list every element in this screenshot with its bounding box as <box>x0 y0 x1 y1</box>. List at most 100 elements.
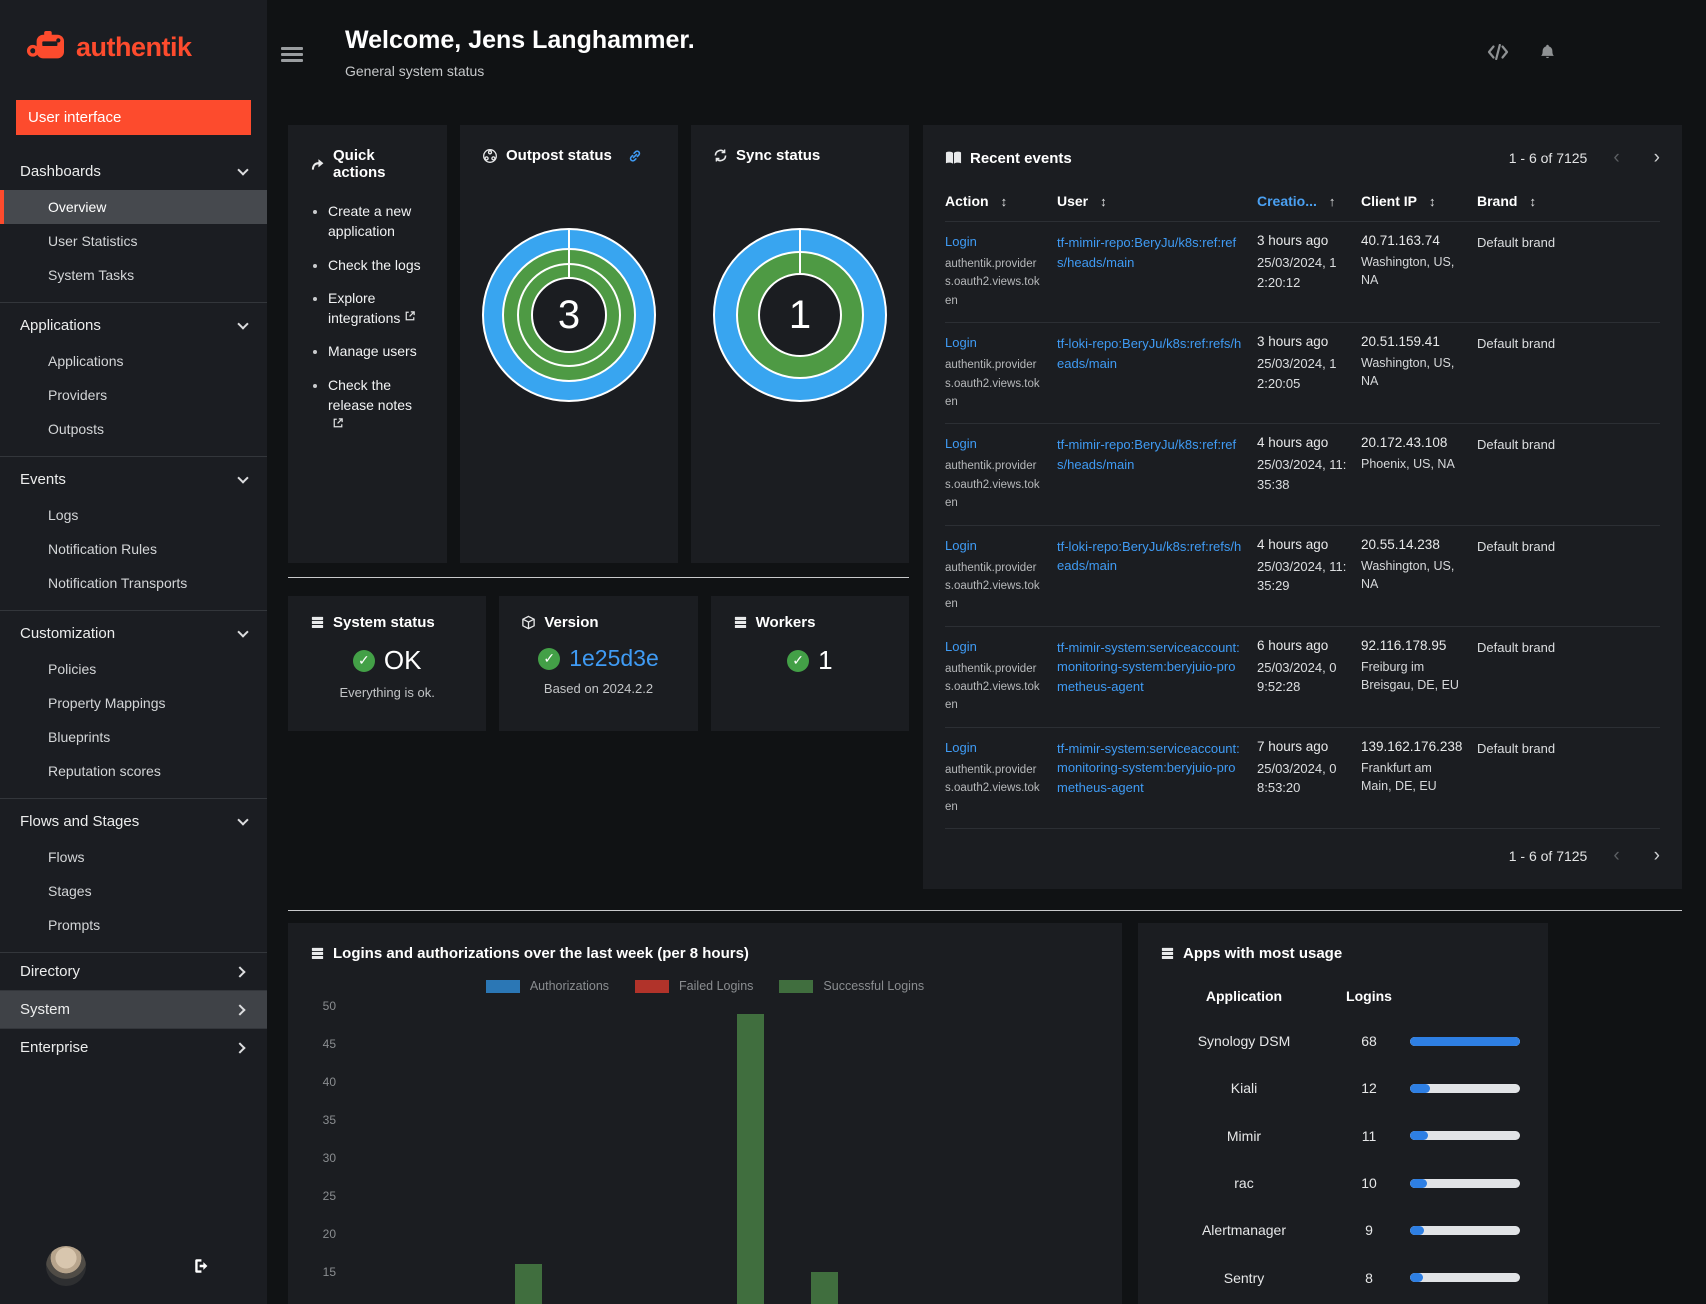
sidebar-section-header-dashboards[interactable]: Dashboards <box>0 153 267 190</box>
outpost-status-card: Outpost status 3 <box>460 125 678 563</box>
event-action-link[interactable]: Login <box>945 335 977 350</box>
event-location: Frankfurt am Main, DE, EU <box>1361 760 1437 793</box>
user-avatar[interactable] <box>46 1246 86 1286</box>
event-location: Washington, US, NA <box>1361 255 1455 288</box>
system-status-title: System status <box>333 614 435 631</box>
sidebar-section-header-applications[interactable]: Applications <box>0 307 267 344</box>
column-header-creatio[interactable]: Creatio... ↑ <box>1257 193 1361 209</box>
notification-bell-icon[interactable] <box>1539 43 1556 61</box>
event-ip: 139.162.176.238 <box>1361 738 1463 754</box>
event-user-link[interactable]: tf-loki-repo:BeryJu/k8s:ref:refs/heads/m… <box>1057 334 1243 373</box>
chevron-down-icon <box>237 318 249 330</box>
sidebar-item-stages[interactable]: Stages <box>0 874 267 908</box>
system-status-value: OK <box>383 645 422 675</box>
event-user-link[interactable]: tf-mimir-system:serviceaccount:monitorin… <box>1057 638 1243 697</box>
legend-label: Failed Logins <box>679 979 754 994</box>
quick-action-link-create-a-new-application[interactable]: Create a new application <box>328 203 411 239</box>
sidebar-item-property-mappings[interactable]: Property Mappings <box>0 686 267 720</box>
event-client-ip-cell: 20.51.159.41 Washington, US, NA <box>1361 334 1477 411</box>
sidebar-section-label: Events <box>20 471 66 488</box>
quick-action-link-check-the-logs[interactable]: Check the logs <box>328 257 421 273</box>
app-usage-bar <box>1410 1036 1520 1046</box>
sidebar-item-prompts[interactable]: Prompts <box>0 908 267 942</box>
event-user-cell: tf-mimir-repo:BeryJu/k8s:ref:refs/heads/… <box>1057 233 1257 310</box>
app-logins-count: 68 <box>1361 1033 1377 1050</box>
hamburger-menu-icon[interactable] <box>281 44 303 65</box>
event-row: Login authentik.providers.oauth2.views.to… <box>945 728 1660 830</box>
sidebar-item-providers[interactable]: Providers <box>0 378 267 412</box>
sidebar-item-applications[interactable]: Applications <box>0 344 267 378</box>
sidebar-item-notification-rules[interactable]: Notification Rules <box>0 532 267 566</box>
event-user-link[interactable]: tf-mimir-repo:BeryJu/k8s:ref:refs/heads/… <box>1057 435 1243 474</box>
sidebar-item-blueprints[interactable]: Blueprints <box>0 720 267 754</box>
event-user-link[interactable]: tf-mimir-system:serviceaccount:monitorin… <box>1057 739 1243 798</box>
quick-action-link-check-the-release-notes[interactable]: Check the release notes <box>328 377 412 413</box>
event-action-link[interactable]: Login <box>945 639 977 654</box>
sidebar-section-header-directory[interactable]: Directory <box>0 953 267 990</box>
sidebar-section-directory: Directory <box>0 952 267 990</box>
app-usage-bar <box>1410 1131 1520 1141</box>
sign-out-icon[interactable] <box>193 1257 211 1275</box>
event-creation-cell: 3 hours ago 25/03/2024, 12:20:05 <box>1257 334 1361 411</box>
legend-label: Successful Logins <box>823 979 925 994</box>
event-user-link[interactable]: tf-loki-repo:BeryJu/k8s:ref:refs/heads/m… <box>1057 537 1243 576</box>
event-ip: 40.71.163.74 <box>1361 233 1440 248</box>
event-action-link[interactable]: Login <box>945 538 977 553</box>
code-brackets-icon[interactable] <box>1487 44 1509 60</box>
pagination-prev-icon[interactable]: ‹ <box>1613 147 1619 169</box>
sidebar-section-header-system[interactable]: System <box>0 991 267 1028</box>
apps-usage-table: Application Logins Synology DSM 68 Kiali 12 Mi… <box>1160 988 1526 1304</box>
sidebar-item-system-tasks[interactable]: System Tasks <box>0 258 267 292</box>
sidebar-item-logs[interactable]: Logs <box>0 498 267 532</box>
event-timestamp: 25/03/2024, 11:35:29 <box>1257 558 1347 594</box>
quick-action-link-explore-integrations[interactable]: Explore integrations <box>328 290 400 326</box>
event-creation-cell: 4 hours ago 25/03/2024, 11:35:38 <box>1257 435 1361 512</box>
sidebar-item-notification-transports[interactable]: Notification Transports <box>0 566 267 600</box>
chevron-down-icon <box>237 472 249 484</box>
event-relative-time: 7 hours ago <box>1257 738 1329 754</box>
progress-fill <box>1410 1225 1425 1235</box>
progress-fill <box>1410 1178 1427 1188</box>
sidebar-section-items: Policies Property Mappings Blueprints Reput… <box>0 652 267 794</box>
pagination-prev-icon[interactable]: ‹ <box>1613 845 1619 867</box>
sidebar-item-outposts[interactable]: Outposts <box>0 412 267 446</box>
sidebar-item-reputation-scores[interactable]: Reputation scores <box>0 754 267 788</box>
event-action-context: authentik.providers.oauth2.views.token <box>945 359 1040 408</box>
event-action-link[interactable]: Login <box>945 234 977 249</box>
y-axis-tick-label: 35 <box>322 1113 336 1128</box>
sidebar-section-header-events[interactable]: Events <box>0 461 267 498</box>
sidebar-item-overview[interactable]: Overview <box>0 190 267 224</box>
quick-action-link-manage-users[interactable]: Manage users <box>328 343 417 359</box>
chain-link-icon[interactable] <box>628 149 642 163</box>
app-logins-count: 8 <box>1365 1269 1373 1286</box>
server-stack-icon <box>1160 946 1175 961</box>
pagination-next-icon[interactable]: › <box>1654 845 1660 867</box>
version-value-link[interactable]: 1e25d3e <box>569 645 659 672</box>
sort-both-icon: ↕ <box>1100 193 1107 209</box>
event-row: Login authentik.providers.oauth2.views.to… <box>945 222 1660 324</box>
sidebar-item-flows[interactable]: Flows <box>0 840 267 874</box>
user-interface-button[interactable]: User interface <box>16 100 251 135</box>
sidebar-item-policies[interactable]: Policies <box>0 652 267 686</box>
pagination-next-icon[interactable]: › <box>1654 147 1660 169</box>
column-header-client-ip[interactable]: Client IP ↕ <box>1361 193 1477 209</box>
column-header-brand[interactable]: Brand ↕ <box>1477 193 1587 209</box>
sidebar-section-header-enterprise[interactable]: Enterprise <box>0 1029 267 1066</box>
apps-column-header-logins: Logins <box>1346 988 1392 1005</box>
event-action-link[interactable]: Login <box>945 436 977 451</box>
column-header-user[interactable]: User ↕ <box>1057 193 1257 209</box>
event-row: Login authentik.providers.oauth2.views.to… <box>945 526 1660 627</box>
sidebar-item-user-statistics[interactable]: User Statistics <box>0 224 267 258</box>
event-user-link[interactable]: tf-mimir-repo:BeryJu/k8s:ref:refs/heads/… <box>1057 233 1243 272</box>
app-usage-bar <box>1410 1083 1520 1093</box>
event-relative-time: 4 hours ago <box>1257 536 1329 552</box>
sidebar-section-header-flows-and-stages[interactable]: Flows and Stages <box>0 803 267 840</box>
chevron-right-icon <box>234 1003 246 1016</box>
bar-successful-logins <box>811 1272 838 1304</box>
events-table-header: Action ↕ User ↕ Creatio... ↑ Client IP ↕ Brand ↕ <box>945 193 1660 222</box>
event-action-link[interactable]: Login <box>945 740 977 755</box>
outpost-nodes-icon <box>482 148 498 164</box>
sidebar-section-header-customization[interactable]: Customization <box>0 615 267 652</box>
column-header-action[interactable]: Action ↕ <box>945 193 1057 209</box>
event-brand: Default brand <box>1477 740 1556 756</box>
